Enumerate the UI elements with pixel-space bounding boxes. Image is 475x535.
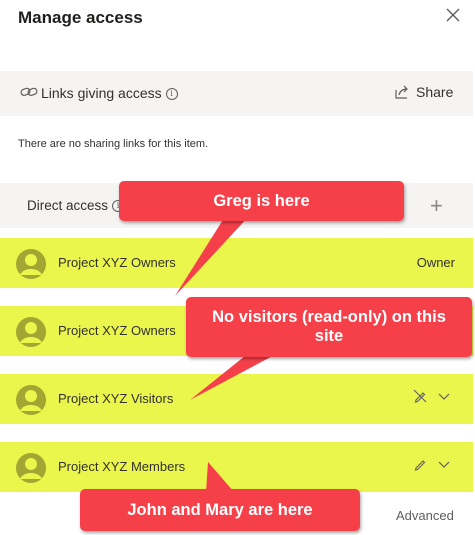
callout-members: John and Mary are here [80,489,360,531]
avatar [16,317,46,347]
member-name: Project XYZ Members [58,459,186,474]
direct-access-label: Direct accessi [27,198,125,213]
callout-greg: Greg is here [119,181,404,221]
member-row-owners[interactable]: Project XYZ Owners Owner [0,238,473,288]
share-button[interactable]: Share [394,84,453,100]
advanced-link[interactable]: Advanced [396,508,454,523]
member-role: Owner [416,255,455,270]
member-row-members[interactable]: Project XYZ Members [0,442,473,492]
add-people-icon[interactable]: + [430,193,443,219]
callout-visitors: No visitors (read-only) on this site [186,297,472,357]
avatar [16,453,46,483]
links-giving-access-label: Links giving access i [41,85,178,101]
chevron-down-icon [438,461,450,468]
permission-dropdown[interactable] [413,389,451,403]
chevron-down-icon [438,393,450,400]
no-links-message: There are no sharing links for this item… [18,138,209,150]
pencil-icon [414,460,426,471]
page-title: Manage access [18,8,143,27]
share-icon [395,85,408,99]
info-icon[interactable]: i [165,88,178,100]
member-name: Project XYZ Visitors [58,391,174,406]
avatar [16,249,46,279]
permission-dropdown[interactable] [413,457,451,471]
link-icon [20,87,38,96]
share-label: Share [416,84,454,100]
no-edit-icon [413,389,427,403]
links-giving-access-section: Links giving access i Share [0,71,473,116]
member-name: Project XYZ Owners [58,255,176,270]
close-icon[interactable] [444,6,462,24]
member-name: Project XYZ Owners [58,323,176,338]
avatar [16,385,46,415]
member-row-visitors[interactable]: Project XYZ Visitors [0,374,473,424]
